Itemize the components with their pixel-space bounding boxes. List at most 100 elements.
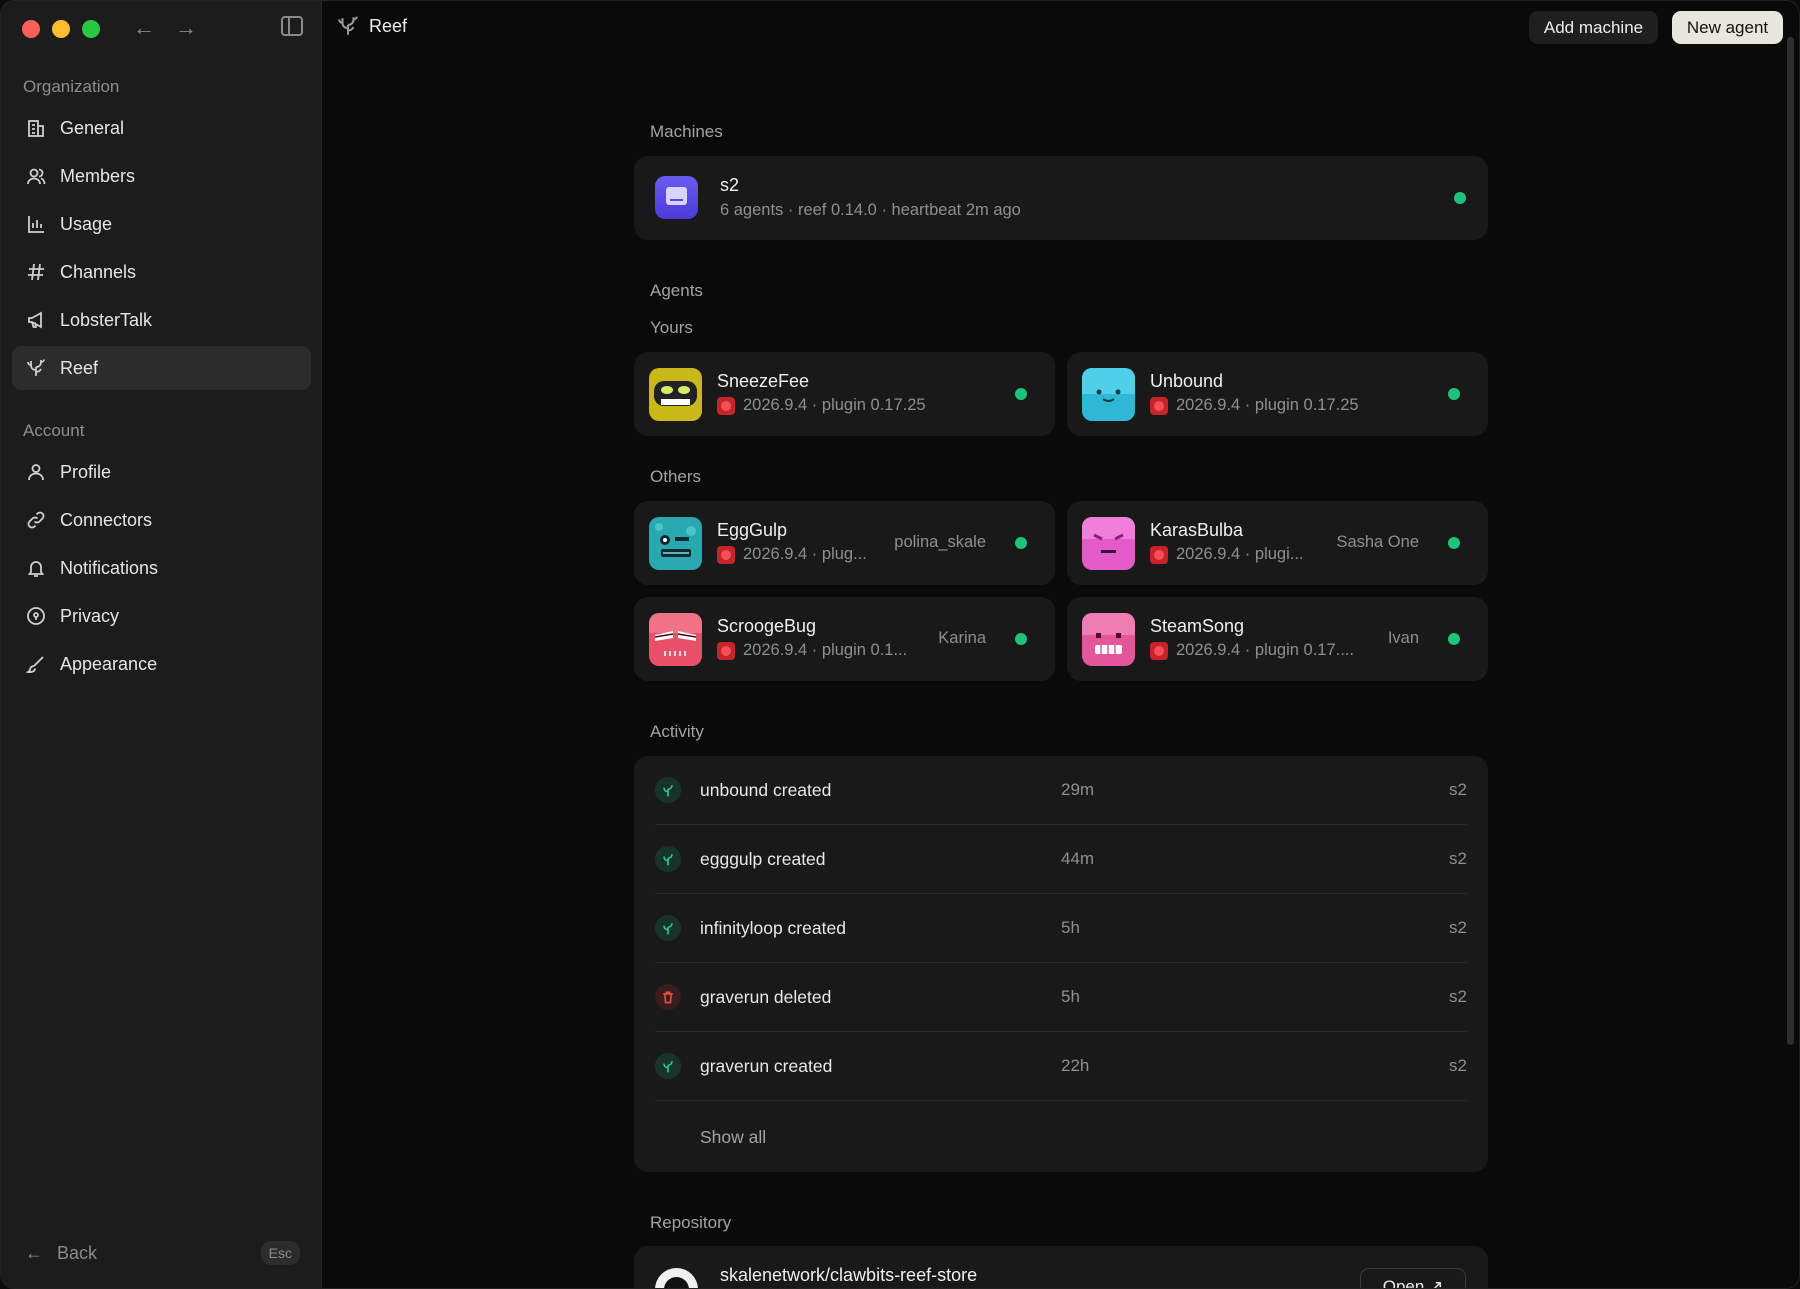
add-machine-button[interactable]: Add machine	[1529, 11, 1658, 44]
activity-time: 29m	[1061, 780, 1095, 799]
esc-shortcut-badge: Esc	[260, 1241, 300, 1265]
sidebar-item-label: Privacy	[60, 605, 120, 626]
agent-name: EggGulp	[717, 520, 788, 540]
show-all-link[interactable]: Show all	[700, 1127, 766, 1148]
app-window: ← → Organization General Members Usage C…	[0, 0, 1800, 1289]
lobster-icon	[1150, 396, 1168, 415]
open-repository-button[interactable]: Open ↗	[1360, 1268, 1466, 1288]
agent-meta: 2026.9.4 · plugin 0.17.25	[1150, 396, 1359, 415]
agent-meta: 2026.9.4 · plugin 0.17....	[1150, 641, 1354, 660]
machine-name: s2	[720, 175, 740, 195]
user-icon	[26, 462, 46, 482]
sidebar-item-privacy[interactable]: Privacy	[12, 594, 311, 638]
yours-label: Yours	[650, 318, 693, 337]
agent-name: Unbound	[1150, 371, 1224, 391]
sidebar-item-connectors[interactable]: Connectors	[12, 498, 311, 542]
coral-icon	[655, 915, 681, 941]
sidebar-item-channels[interactable]: Channels	[12, 250, 311, 294]
sidebar-item-label: LobsterTalk	[60, 309, 153, 330]
sidebar-item-notifications[interactable]: Notifications	[12, 546, 311, 590]
activity-heading: Activity	[650, 722, 704, 741]
lobster-icon	[717, 396, 735, 415]
bar-chart-icon	[26, 214, 46, 234]
status-online-dot	[1015, 633, 1027, 645]
machine-card[interactable]: s2 6 agents · reef 0.14.0 · heartbeat 2m…	[634, 156, 1488, 240]
agent-card-sneezefee[interactable]: SneezeFee 2026.9.4 · plugin 0.17.25	[634, 352, 1055, 436]
activity-text: infinityloop created	[700, 917, 846, 938]
activity-time: 22h	[1061, 1056, 1090, 1075]
close-window-button[interactable]	[22, 20, 40, 38]
agent-meta-text: 2026.9.4 · plugi...	[1176, 545, 1304, 563]
sidebar-toggle-icon[interactable]	[281, 16, 303, 36]
back-button[interactable]: ← Back	[25, 1243, 97, 1264]
sidebar-item-label: Connectors	[60, 509, 153, 530]
sidebar-item-label: Reef	[60, 357, 99, 378]
link-icon	[26, 510, 46, 530]
sidebar-item-profile[interactable]: Profile	[12, 450, 311, 494]
activity-row[interactable]: graverun created 22h s2	[655, 1032, 1467, 1101]
status-online-dot	[1448, 537, 1460, 549]
agent-owner: Ivan	[1387, 629, 1419, 647]
sidebar-item-members[interactable]: Members	[12, 154, 311, 198]
page-title-text: Reef	[369, 15, 408, 36]
agent-card-unbound[interactable]: Unbound 2026.9.4 · plugin 0.17.25	[1067, 352, 1488, 436]
activity-row[interactable]: unbound created 29m s2	[655, 756, 1467, 825]
activity-machine: s2	[1449, 1056, 1467, 1075]
agent-name: KarasBulba	[1150, 520, 1244, 540]
machine-icon	[655, 176, 698, 219]
agent-avatar	[649, 517, 702, 570]
coral-icon	[26, 358, 46, 378]
forward-arrow-icon[interactable]: →	[173, 15, 199, 41]
sidebar-item-usage[interactable]: Usage	[12, 202, 311, 246]
zoom-window-button[interactable]	[82, 20, 100, 38]
back-arrow-icon[interactable]: ←	[131, 15, 157, 41]
agent-card-steamsong[interactable]: SteamSong 2026.9.4 · plugin 0.17.... Iva…	[1067, 597, 1488, 681]
agent-meta-text: 2026.9.4 · plugin 0.17.25	[743, 396, 926, 414]
repository-card[interactable]: skalenetwork/clawbits-reef-store Open ↗	[634, 1246, 1488, 1288]
bell-icon	[26, 558, 46, 578]
sidebar-item-label: General	[60, 117, 125, 138]
sidebar-item-label: Members	[60, 165, 136, 186]
repository-heading: Repository	[650, 1213, 732, 1232]
coral-icon	[655, 777, 681, 803]
sidebar-item-lobstertalk[interactable]: LobsterTalk	[12, 298, 311, 342]
agent-owner: Karina	[938, 629, 986, 647]
activity-row[interactable]: egggulp created 44m s2	[655, 825, 1467, 894]
agent-avatar	[1082, 613, 1135, 666]
machines-heading: Machines	[650, 122, 723, 141]
others-label: Others	[650, 467, 702, 486]
agent-card-egggulp[interactable]: EggGulp 2026.9.4 · plug... polina_skale	[634, 501, 1055, 585]
machine-meta: 6 agents · reef 0.14.0 · heartbeat 2m ag…	[720, 201, 1021, 219]
agent-card-scroogebug[interactable]: ScroogeBug 2026.9.4 · plugin 0.1... Kari…	[634, 597, 1055, 681]
agent-meta: 2026.9.4 · plugin 0.1...	[717, 641, 907, 660]
sidebar-item-general[interactable]: General	[12, 106, 311, 150]
agent-meta-text: 2026.9.4 · plugin 0.17....	[1176, 641, 1354, 659]
status-online-dot	[1448, 388, 1460, 400]
lobster-icon	[717, 545, 735, 564]
status-online-dot	[1015, 537, 1027, 549]
activity-text: unbound created	[700, 779, 832, 800]
agent-card-karasbulba[interactable]: KarasBulba 2026.9.4 · plugi... Sasha One	[1067, 501, 1488, 585]
section-label-account: Account	[23, 421, 85, 440]
agent-meta: 2026.9.4 · plugin 0.17.25	[717, 396, 926, 415]
agent-meta: 2026.9.4 · plug...	[717, 545, 867, 564]
scrollbar[interactable]	[1787, 37, 1794, 1045]
coral-icon	[655, 846, 681, 872]
activity-time: 5h	[1061, 987, 1080, 1006]
activity-row[interactable]: infinityloop created 5h s2	[655, 894, 1467, 963]
new-agent-button[interactable]: New agent	[1672, 11, 1783, 44]
activity-time: 5h	[1061, 918, 1080, 937]
agent-owner: Sasha One	[1336, 533, 1419, 551]
status-online-dot	[1015, 388, 1027, 400]
sidebar-item-reef[interactable]: Reef	[12, 346, 311, 390]
activity-row[interactable]: graverun deleted 5h s2	[655, 963, 1467, 1032]
agent-name: SteamSong	[1150, 616, 1245, 636]
agent-avatar	[1082, 368, 1135, 421]
github-icon	[655, 1268, 698, 1288]
sidebar-item-appearance[interactable]: Appearance	[12, 642, 311, 686]
sidebar-item-label: Profile	[60, 461, 112, 482]
page-title: Reef	[337, 15, 407, 37]
status-online-dot	[1454, 192, 1466, 204]
history-navigation: ← →	[131, 15, 199, 41]
minimize-window-button[interactable]	[52, 20, 70, 38]
